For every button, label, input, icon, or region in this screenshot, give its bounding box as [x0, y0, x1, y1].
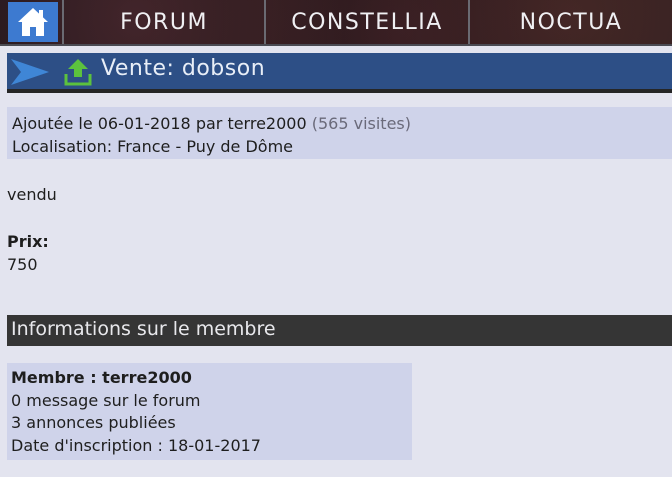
upload-icon: [64, 59, 92, 86]
member-info-box: Membre : terre2000 0 message sur le foru…: [7, 363, 412, 460]
member-signup-date: Date d'inscription : 18-01-2017: [11, 435, 261, 455]
listing-description: vendu: [7, 185, 57, 204]
home-button[interactable]: [8, 2, 58, 42]
member-name: Membre : terre2000: [11, 368, 192, 387]
member-section-header: Informations sur le membre: [7, 315, 672, 346]
price-value: 750: [7, 255, 38, 274]
listing-title-bar: Vente: dobson: [7, 53, 672, 93]
listing-meta: Ajoutée le 06-01-2018 par terre2000 (565…: [12, 112, 672, 135]
added-text: Ajoutée le 06-01-2018 par terre2000: [12, 114, 307, 133]
top-navigation: FORUM CONSTELLIA NOCTUA: [0, 0, 672, 46]
tab-constellia[interactable]: CONSTELLIA: [264, 0, 468, 44]
tab-noctua[interactable]: NOCTUA: [468, 0, 672, 44]
page-title: Vente: dobson: [101, 56, 266, 81]
home-icon: [18, 8, 48, 36]
price-label: Prix:: [7, 232, 49, 251]
chevron-right-icon: [11, 59, 49, 85]
tab-forum[interactable]: FORUM: [62, 0, 264, 44]
listing-info-box: Ajoutée le 06-01-2018 par terre2000 (565…: [7, 107, 672, 159]
visit-count: (565 visites): [311, 114, 411, 133]
member-messages: 0 message sur le forum: [11, 390, 201, 410]
location-text: Localisation: France - Puy de Dôme: [12, 137, 294, 156]
member-announcements: 3 annonces publiées: [11, 413, 176, 432]
